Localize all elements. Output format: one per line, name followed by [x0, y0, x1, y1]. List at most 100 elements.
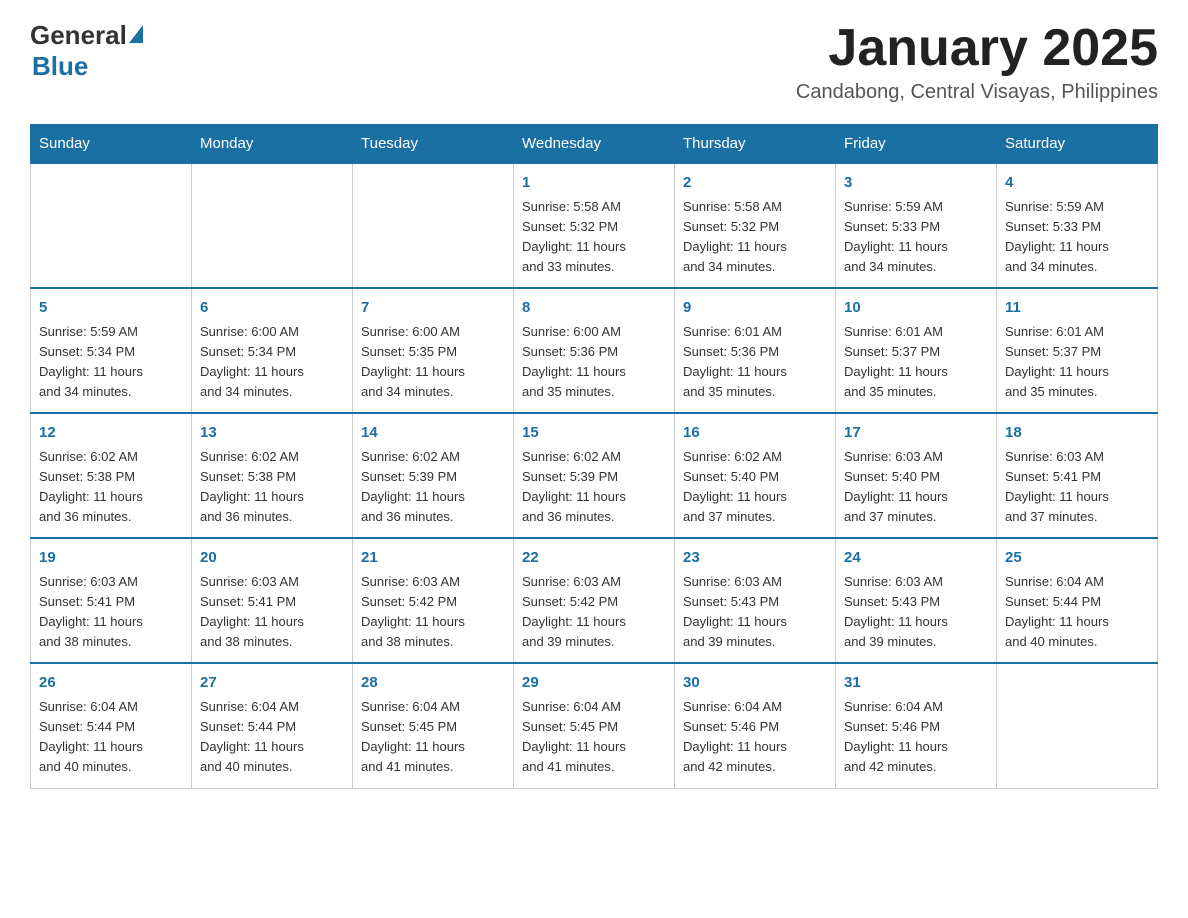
day-number: 28	[361, 672, 505, 695]
calendar-cell: 26Sunrise: 6:04 AMSunset: 5:44 PMDayligh…	[31, 663, 192, 788]
logo-blue-text: Blue	[32, 51, 88, 82]
day-number: 4	[1005, 172, 1149, 195]
day-info: Sunrise: 6:02 AMSunset: 5:40 PMDaylight:…	[683, 447, 827, 528]
day-info: Sunrise: 6:04 AMSunset: 5:45 PMDaylight:…	[361, 697, 505, 778]
day-info: Sunrise: 5:59 AMSunset: 5:33 PMDaylight:…	[844, 197, 988, 278]
day-info: Sunrise: 6:00 AMSunset: 5:36 PMDaylight:…	[522, 322, 666, 403]
day-number: 13	[200, 422, 344, 445]
calendar-week-row: 19Sunrise: 6:03 AMSunset: 5:41 PMDayligh…	[31, 538, 1158, 663]
day-number: 2	[683, 172, 827, 195]
header-sunday: Sunday	[31, 125, 192, 164]
month-title: January 2025	[796, 20, 1158, 77]
day-info: Sunrise: 6:04 AMSunset: 5:45 PMDaylight:…	[522, 697, 666, 778]
calendar-cell: 29Sunrise: 6:04 AMSunset: 5:45 PMDayligh…	[514, 663, 675, 788]
header-saturday: Saturday	[997, 125, 1158, 164]
day-info: Sunrise: 6:03 AMSunset: 5:42 PMDaylight:…	[361, 572, 505, 653]
day-info: Sunrise: 6:04 AMSunset: 5:46 PMDaylight:…	[844, 697, 988, 778]
day-number: 29	[522, 672, 666, 695]
calendar-cell: 28Sunrise: 6:04 AMSunset: 5:45 PMDayligh…	[353, 663, 514, 788]
day-number: 10	[844, 297, 988, 320]
day-number: 15	[522, 422, 666, 445]
day-info: Sunrise: 6:04 AMSunset: 5:44 PMDaylight:…	[1005, 572, 1149, 653]
calendar-week-row: 1Sunrise: 5:58 AMSunset: 5:32 PMDaylight…	[31, 163, 1158, 288]
day-number: 31	[844, 672, 988, 695]
day-number: 5	[39, 297, 183, 320]
calendar-cell	[31, 163, 192, 288]
day-number: 1	[522, 172, 666, 195]
day-number: 23	[683, 547, 827, 570]
calendar-cell: 23Sunrise: 6:03 AMSunset: 5:43 PMDayligh…	[675, 538, 836, 663]
title-section: January 2025 Candabong, Central Visayas,…	[796, 20, 1158, 104]
calendar-cell: 6Sunrise: 6:00 AMSunset: 5:34 PMDaylight…	[192, 288, 353, 413]
day-info: Sunrise: 6:00 AMSunset: 5:35 PMDaylight:…	[361, 322, 505, 403]
calendar-cell: 10Sunrise: 6:01 AMSunset: 5:37 PMDayligh…	[836, 288, 997, 413]
header-wednesday: Wednesday	[514, 125, 675, 164]
calendar-cell	[997, 663, 1158, 788]
logo: General Blue	[30, 20, 143, 82]
calendar-cell: 3Sunrise: 5:59 AMSunset: 5:33 PMDaylight…	[836, 163, 997, 288]
day-number: 3	[844, 172, 988, 195]
day-number: 25	[1005, 547, 1149, 570]
logo-triangle-icon	[129, 25, 143, 43]
calendar-cell: 4Sunrise: 5:59 AMSunset: 5:33 PMDaylight…	[997, 163, 1158, 288]
day-info: Sunrise: 6:03 AMSunset: 5:42 PMDaylight:…	[522, 572, 666, 653]
day-number: 21	[361, 547, 505, 570]
calendar-cell: 25Sunrise: 6:04 AMSunset: 5:44 PMDayligh…	[997, 538, 1158, 663]
calendar-cell	[192, 163, 353, 288]
calendar-cell: 7Sunrise: 6:00 AMSunset: 5:35 PMDaylight…	[353, 288, 514, 413]
calendar-cell: 12Sunrise: 6:02 AMSunset: 5:38 PMDayligh…	[31, 413, 192, 538]
day-info: Sunrise: 6:02 AMSunset: 5:39 PMDaylight:…	[522, 447, 666, 528]
day-info: Sunrise: 5:59 AMSunset: 5:33 PMDaylight:…	[1005, 197, 1149, 278]
calendar-cell	[353, 163, 514, 288]
day-number: 11	[1005, 297, 1149, 320]
calendar-cell: 16Sunrise: 6:02 AMSunset: 5:40 PMDayligh…	[675, 413, 836, 538]
day-info: Sunrise: 5:58 AMSunset: 5:32 PMDaylight:…	[683, 197, 827, 278]
day-info: Sunrise: 6:02 AMSunset: 5:39 PMDaylight:…	[361, 447, 505, 528]
day-number: 9	[683, 297, 827, 320]
calendar-week-row: 5Sunrise: 5:59 AMSunset: 5:34 PMDaylight…	[31, 288, 1158, 413]
calendar-cell: 1Sunrise: 5:58 AMSunset: 5:32 PMDaylight…	[514, 163, 675, 288]
header-monday: Monday	[192, 125, 353, 164]
day-number: 8	[522, 297, 666, 320]
day-number: 7	[361, 297, 505, 320]
calendar-cell: 20Sunrise: 6:03 AMSunset: 5:41 PMDayligh…	[192, 538, 353, 663]
day-info: Sunrise: 6:03 AMSunset: 5:43 PMDaylight:…	[683, 572, 827, 653]
day-info: Sunrise: 6:01 AMSunset: 5:36 PMDaylight:…	[683, 322, 827, 403]
page-header: General Blue January 2025 Candabong, Cen…	[30, 20, 1158, 104]
calendar-cell: 13Sunrise: 6:02 AMSunset: 5:38 PMDayligh…	[192, 413, 353, 538]
day-info: Sunrise: 6:03 AMSunset: 5:40 PMDaylight:…	[844, 447, 988, 528]
day-info: Sunrise: 6:03 AMSunset: 5:41 PMDaylight:…	[200, 572, 344, 653]
day-info: Sunrise: 6:04 AMSunset: 5:44 PMDaylight:…	[39, 697, 183, 778]
day-number: 18	[1005, 422, 1149, 445]
day-info: Sunrise: 6:02 AMSunset: 5:38 PMDaylight:…	[200, 447, 344, 528]
calendar-cell: 24Sunrise: 6:03 AMSunset: 5:43 PMDayligh…	[836, 538, 997, 663]
day-number: 30	[683, 672, 827, 695]
calendar-cell: 22Sunrise: 6:03 AMSunset: 5:42 PMDayligh…	[514, 538, 675, 663]
calendar-cell: 8Sunrise: 6:00 AMSunset: 5:36 PMDaylight…	[514, 288, 675, 413]
day-info: Sunrise: 6:04 AMSunset: 5:44 PMDaylight:…	[200, 697, 344, 778]
day-info: Sunrise: 6:02 AMSunset: 5:38 PMDaylight:…	[39, 447, 183, 528]
calendar-table: SundayMondayTuesdayWednesdayThursdayFrid…	[30, 124, 1158, 788]
calendar-cell: 5Sunrise: 5:59 AMSunset: 5:34 PMDaylight…	[31, 288, 192, 413]
day-number: 20	[200, 547, 344, 570]
header-friday: Friday	[836, 125, 997, 164]
day-number: 22	[522, 547, 666, 570]
calendar-cell: 27Sunrise: 6:04 AMSunset: 5:44 PMDayligh…	[192, 663, 353, 788]
calendar-cell: 2Sunrise: 5:58 AMSunset: 5:32 PMDaylight…	[675, 163, 836, 288]
day-info: Sunrise: 6:03 AMSunset: 5:43 PMDaylight:…	[844, 572, 988, 653]
calendar-week-row: 26Sunrise: 6:04 AMSunset: 5:44 PMDayligh…	[31, 663, 1158, 788]
day-info: Sunrise: 6:03 AMSunset: 5:41 PMDaylight:…	[39, 572, 183, 653]
calendar-header-row: SundayMondayTuesdayWednesdayThursdayFrid…	[31, 125, 1158, 164]
calendar-cell: 17Sunrise: 6:03 AMSunset: 5:40 PMDayligh…	[836, 413, 997, 538]
day-number: 27	[200, 672, 344, 695]
day-number: 16	[683, 422, 827, 445]
calendar-cell: 9Sunrise: 6:01 AMSunset: 5:36 PMDaylight…	[675, 288, 836, 413]
day-number: 17	[844, 422, 988, 445]
calendar-cell: 15Sunrise: 6:02 AMSunset: 5:39 PMDayligh…	[514, 413, 675, 538]
day-number: 6	[200, 297, 344, 320]
day-info: Sunrise: 5:58 AMSunset: 5:32 PMDaylight:…	[522, 197, 666, 278]
header-thursday: Thursday	[675, 125, 836, 164]
day-number: 12	[39, 422, 183, 445]
day-info: Sunrise: 6:01 AMSunset: 5:37 PMDaylight:…	[1005, 322, 1149, 403]
location-subtitle: Candabong, Central Visayas, Philippines	[796, 81, 1158, 104]
